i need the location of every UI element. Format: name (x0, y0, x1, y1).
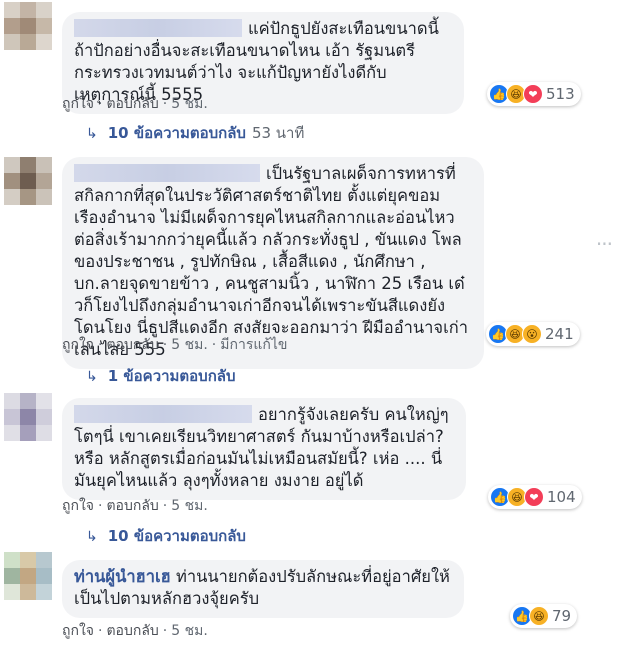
separator: · (98, 337, 103, 353)
view-replies[interactable]: ↳ 10 ข้อความตอบกลับ 53 นาที (86, 124, 304, 143)
avatar[interactable] (4, 552, 52, 600)
avatar[interactable] (4, 2, 52, 50)
reply-arrow-icon: ↳ (86, 126, 98, 142)
reaction-count: 79 (552, 607, 572, 625)
replies-count-label[interactable]: 10 ข้อความตอบกลับ (108, 527, 246, 545)
reaction-summary[interactable]: 👍 😆 ❤ 104 (488, 485, 582, 509)
comment-text: เป็นรัฐบาลเผด็จการทหารที่สกิลกากที่สุดใน… (74, 164, 468, 359)
avatar[interactable] (4, 157, 52, 205)
separator: · (162, 498, 168, 514)
reaction-summary[interactable]: 👍 😆 79 (510, 604, 578, 628)
comment-actions: ถูกใจ · ตอบกลับ · 5 ชม. (62, 622, 208, 640)
reply-link[interactable]: ตอบกลับ (106, 498, 158, 514)
reply-link[interactable]: ตอบกลับ (106, 623, 158, 639)
love-icon: ❤ (523, 84, 543, 104)
timestamp[interactable]: 5 ชม. (171, 337, 208, 353)
view-replies[interactable]: ↳ 1 ข้อความตอบกลับ (86, 367, 236, 386)
like-link[interactable]: ถูกใจ (62, 96, 94, 112)
comment-bubble: อยากรู้จังเลยครับ คนใหญ่ๆโตๆนี่ เขาเคยเร… (62, 398, 466, 500)
reply-link[interactable]: ตอบกลับ (106, 337, 158, 353)
reaction-count: 241 (545, 325, 574, 343)
like-link[interactable]: ถูกใจ (62, 623, 94, 639)
separator: · (98, 623, 103, 639)
separator: · (98, 498, 103, 514)
more-options-icon[interactable]: ··· (596, 232, 613, 256)
author-name[interactable]: ท่านผู้นำฮาเฮ (74, 567, 171, 586)
reaction-count: 513 (546, 85, 575, 103)
redacted-author-name[interactable] (74, 405, 252, 423)
comment-actions: ถูกใจ · ตอบกลับ · 5 ชม. · มีการแก้ไข (62, 336, 287, 354)
comment-actions: ถูกใจ · ตอบกลับ · 5 ชม. (62, 497, 208, 515)
reaction-summary[interactable]: 👍 😆 😮 241 (486, 322, 580, 346)
reply-arrow-icon: ↳ (86, 369, 98, 385)
reaction-summary[interactable]: 👍 😆 ❤ 513 (487, 82, 581, 106)
like-link[interactable]: ถูกใจ (62, 337, 94, 353)
separator: · (162, 96, 168, 112)
separator: · (211, 337, 217, 353)
comment-bubble: ท่านผู้นำฮาเฮ ท่านนายกต้องปรับลักษณะที่อ… (62, 560, 464, 618)
timestamp[interactable]: 5 ชม. (171, 498, 208, 514)
redacted-author-name[interactable] (74, 19, 242, 37)
separator: · (98, 96, 103, 112)
comment-actions: ถูกใจ · ตอบกลับ · 5 ชม. (62, 95, 208, 113)
view-replies[interactable]: ↳ 10 ข้อความตอบกลับ (86, 527, 246, 546)
wow-icon: 😮 (522, 324, 542, 344)
avatar[interactable] (4, 393, 52, 441)
separator: · (162, 337, 168, 353)
redacted-author-name[interactable] (74, 164, 260, 182)
reply-arrow-icon: ↳ (86, 529, 98, 545)
like-link[interactable]: ถูกใจ (62, 498, 94, 514)
reply-link[interactable]: ตอบกลับ (106, 96, 158, 112)
separator: · (162, 623, 168, 639)
reaction-count: 104 (547, 488, 576, 506)
haha-icon: 😆 (529, 606, 549, 626)
love-icon: ❤ (524, 487, 544, 507)
timestamp[interactable]: 5 ชม. (171, 96, 208, 112)
replies-count-label[interactable]: 1 ข้อความตอบกลับ (108, 367, 236, 385)
replies-time: 53 นาที (251, 124, 305, 142)
timestamp[interactable]: 5 ชม. (171, 623, 208, 639)
edited-label[interactable]: มีการแก้ไข (220, 337, 287, 353)
replies-count-label[interactable]: 10 ข้อความตอบกลับ (108, 124, 246, 142)
